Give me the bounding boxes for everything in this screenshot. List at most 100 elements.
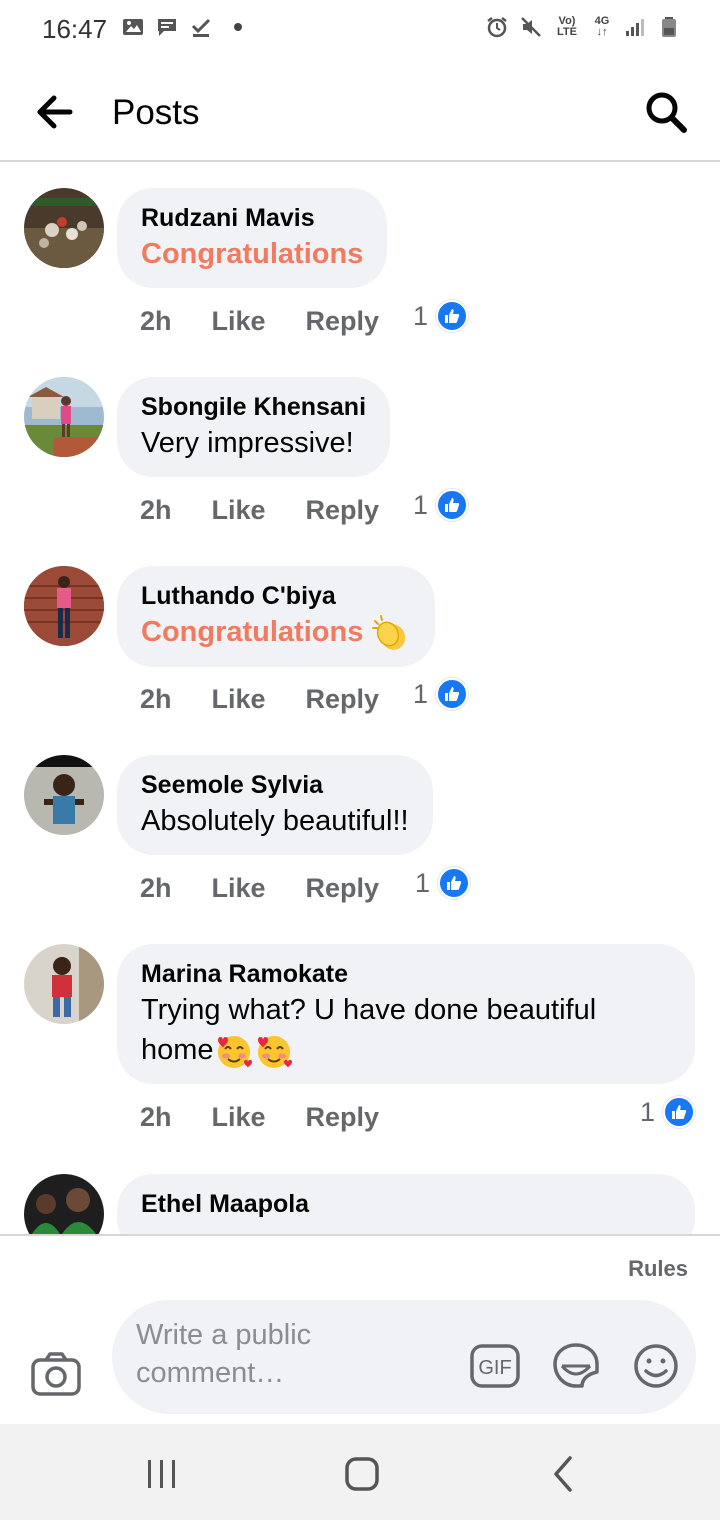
emoji-button[interactable] [632, 1342, 680, 1390]
recent-apps-button[interactable] [142, 1454, 182, 1494]
clapping-hands-icon [372, 615, 406, 651]
comment-actions: 2h Like Reply [140, 684, 419, 715]
comment-text-line: home [141, 1030, 675, 1070]
thumbs-up-icon [436, 300, 469, 332]
avatar[interactable] [24, 1174, 104, 1234]
avatar[interactable] [24, 377, 104, 457]
reaction-count[interactable]: 1 [413, 300, 469, 332]
status-system-icons: Vo) LTE 4G ↓↑ [486, 16, 680, 38]
gif-label: GIF [478, 1357, 511, 1379]
comment-bubble[interactable]: Sbongile Khensani Very impressive! [117, 377, 391, 477]
comment-text: Congratulations [141, 238, 364, 270]
avatar[interactable] [24, 566, 104, 646]
comment-bubble[interactable]: Ethel Maapola [117, 1174, 695, 1234]
comment-bubble[interactable]: Rudzani Mavis Congratulations [117, 188, 388, 288]
like-button[interactable]: Like [212, 1102, 266, 1133]
comment-actions: 2h Like Reply [140, 873, 419, 904]
comment-bubble[interactable]: Seemole Sylvia Absolutely beautiful!! [117, 755, 433, 855]
system-nav-bar [0, 1424, 720, 1520]
comment-actions: 2h Like Reply [140, 495, 419, 526]
sticker-icon [553, 1343, 599, 1388]
comment-time: 2h [140, 1102, 172, 1132]
comment-time: 2h [140, 684, 172, 714]
comment-text: Absolutely beautiful!! [141, 805, 409, 837]
signal-icon [626, 19, 644, 36]
comments-list[interactable]: Rudzani Mavis Congratulations 2h Like Re… [0, 164, 720, 1234]
thumbs-up-icon [663, 1096, 696, 1128]
sticker-button[interactable] [552, 1342, 600, 1392]
reaction-count[interactable]: 1 [640, 1096, 696, 1128]
image-icon [123, 19, 143, 35]
download-done-icon [191, 18, 211, 37]
nav-back-button[interactable] [544, 1454, 584, 1494]
comment-author[interactable]: Rudzani Mavis [141, 202, 363, 234]
smiling-face-with-hearts-icon [257, 1036, 292, 1069]
comment-author[interactable]: Sbongile Khensani [141, 391, 366, 423]
thumbs-up-icon [438, 867, 471, 899]
reply-button[interactable]: Reply [306, 1102, 380, 1133]
smiling-face-with-hearts-icon [217, 1036, 252, 1069]
dot-icon [234, 23, 242, 31]
comment-time: 2h [140, 873, 172, 903]
recent-apps-icon [148, 1460, 175, 1488]
volte-icon: Vo) LTE [557, 15, 577, 38]
comment-text: Trying what? U have done beautiful [141, 994, 597, 1026]
reaction-count[interactable]: 1 [415, 867, 471, 899]
status-bar: 16:47 Vo) LTE 4G ↓↑ [0, 0, 720, 60]
avatar[interactable] [24, 944, 104, 1024]
like-button[interactable]: Like [212, 684, 266, 715]
like-button[interactable]: Like [212, 306, 266, 337]
smiley-icon [634, 1344, 678, 1388]
like-button[interactable]: Like [212, 495, 266, 526]
search-icon [646, 92, 687, 133]
search-button[interactable] [642, 88, 690, 136]
reaction-number: 1 [640, 1096, 656, 1127]
comment-text: Congratulations [141, 616, 364, 648]
4g-icon: 4G ↓↑ [594, 15, 610, 38]
like-button[interactable]: Like [212, 873, 266, 904]
reply-button[interactable]: Reply [306, 306, 380, 337]
reaction-number: 1 [413, 489, 429, 520]
reply-button[interactable]: Reply [306, 684, 380, 715]
comment-author[interactable]: Marina Ramokate [141, 958, 675, 990]
thumbs-up-icon [436, 489, 469, 521]
comment-composer: Rules GIF [0, 1234, 720, 1424]
reaction-number: 1 [413, 300, 429, 331]
comment-time: 2h [140, 306, 172, 336]
reaction-number: 1 [415, 867, 431, 898]
reaction-number: 1 [413, 678, 429, 709]
gif-button[interactable]: GIF [470, 1344, 520, 1388]
home-button[interactable] [342, 1454, 382, 1494]
thumbs-up-icon [436, 678, 469, 710]
reaction-count[interactable]: 1 [413, 489, 469, 521]
alarm-icon [487, 17, 507, 38]
comment-bubble[interactable]: Luthando C'biya Congratulations [117, 566, 436, 668]
back-icon [554, 1456, 572, 1492]
back-button[interactable] [30, 90, 80, 134]
mute-icon [521, 17, 541, 37]
camera-button[interactable] [30, 1350, 82, 1398]
status-notification-icons [122, 16, 242, 38]
comment-text-cont: home [141, 1034, 214, 1066]
avatar[interactable] [24, 755, 104, 835]
comment-time: 2h [140, 495, 172, 525]
home-icon [345, 1457, 379, 1491]
comment-box: GIF [112, 1300, 696, 1414]
reply-button[interactable]: Reply [306, 495, 380, 526]
comment-text-line: Congratulations [141, 612, 411, 653]
comment-author[interactable]: Ethel Maapola [141, 1188, 671, 1220]
comment-author[interactable]: Luthando C'biya [141, 580, 411, 612]
comment-actions: 2h Like Reply [140, 1102, 419, 1133]
reaction-count[interactable]: 1 [413, 678, 469, 710]
comment-author[interactable]: Seemole Sylvia [141, 769, 409, 801]
rules-link[interactable]: Rules [628, 1256, 688, 1282]
arrow-left-icon [37, 95, 73, 129]
reply-button[interactable]: Reply [306, 873, 380, 904]
comment-input[interactable] [136, 1316, 426, 1398]
app-header: Posts [0, 60, 720, 162]
comment-bubble[interactable]: Marina Ramokate Trying what? U have done… [117, 944, 695, 1085]
status-time: 16:47 [42, 14, 108, 44]
comment-actions: 2h Like Reply [140, 306, 419, 337]
battery-icon [662, 17, 676, 37]
avatar[interactable] [24, 188, 104, 268]
